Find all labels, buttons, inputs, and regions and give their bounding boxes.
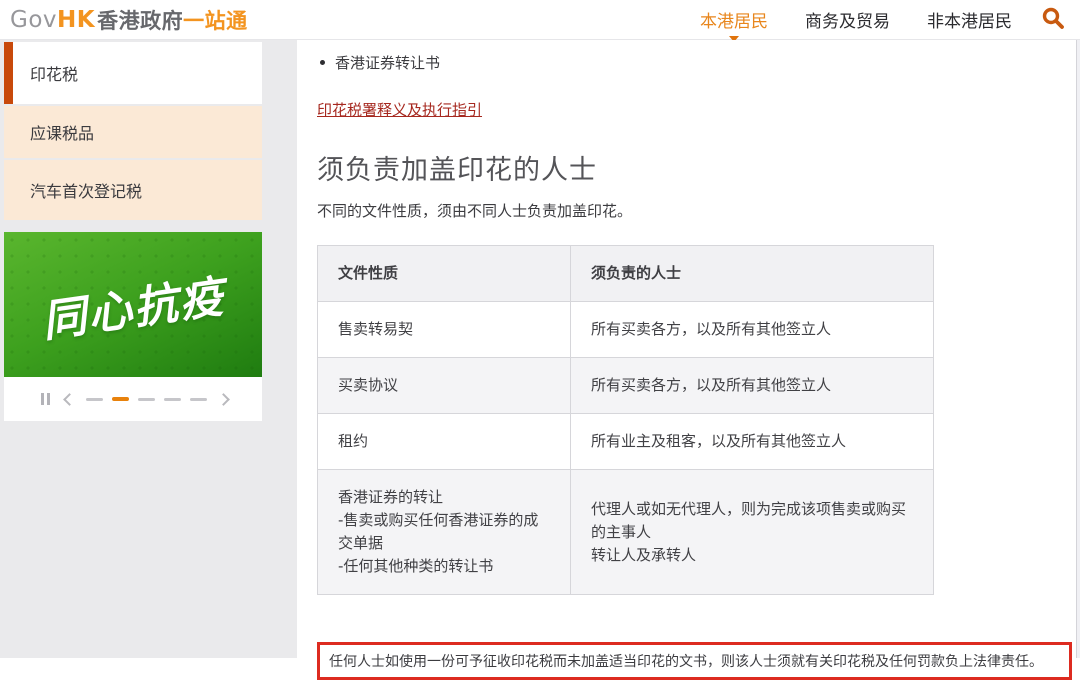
cell-line: -任何其他种类的转让书 [338, 555, 550, 578]
chevron-right-icon[interactable] [217, 393, 230, 406]
chevron-left-icon[interactable] [63, 393, 76, 406]
sidebar-item-label: 汽车首次登记税 [30, 178, 142, 202]
nav-item-2[interactable]: 非本港居民 [927, 3, 1012, 36]
cell-document-nature: 买卖协议 [318, 358, 571, 414]
cell-liable-persons: 所有买卖各方，以及所有其他签立人 [571, 302, 934, 358]
main-content: 香港证券转让书 印花税署释义及执行指引 须负责加盖印花的人士 不同的文件性质，须… [297, 40, 1080, 658]
banner-carousel-controls [4, 377, 262, 421]
table-header-0: 文件性质 [318, 246, 571, 302]
logo-hk: HK [57, 7, 95, 33]
cell-line: 所有买卖各方，以及所有其他签立人 [591, 374, 913, 397]
govhk-logo[interactable]: GovHK香港政府一站通 [10, 5, 248, 35]
cell-line: 所有业主及租客，以及所有其他签立人 [591, 430, 913, 453]
bullet-icon [320, 60, 325, 65]
page-title: 须负责加盖印花的人士 [317, 148, 1080, 187]
sidebar-item-0[interactable]: 印花税 [4, 42, 262, 104]
cell-liable-persons: 代理人或如无代理人，则为完成该项售卖或购买的主事人转让人及承转人 [571, 470, 934, 595]
banner-image[interactable]: 同心抗疫 [4, 232, 262, 377]
intro-text: 不同的文件性质，须由不同人士负责加盖印花。 [317, 200, 1080, 221]
table-row: 买卖协议 所有买卖各方，以及所有其他签立人 [318, 358, 934, 414]
logo-gov-cn: 香港政府 [97, 5, 183, 35]
cell-line: 租约 [338, 430, 550, 453]
pause-button[interactable] [39, 391, 52, 407]
nav-item-1[interactable]: 商务及贸易 [805, 3, 890, 36]
page-body: 印花税应课税品汽车首次登记税 同心抗疫 香港证券转让书 印花税署释义及执行指引 … [0, 40, 1080, 658]
sidebar-menu: 印花税应课税品汽车首次登记税 [4, 42, 262, 220]
carousel-dashes [86, 397, 207, 401]
legal-notice-highlight: 任何人士如使用一份可予征收印花税而未加盖适当印花的文书，则该人士须就有关印花税及… [317, 642, 1072, 680]
logo-gov: Gov [10, 7, 57, 33]
search-button[interactable] [1040, 7, 1066, 33]
cell-line: 代理人或如无代理人，则为完成该项售卖或购买的主事人 [591, 498, 913, 544]
list-item-text: 香港证券转让书 [335, 52, 440, 73]
cell-line: 所有买卖各方，以及所有其他签立人 [591, 318, 913, 341]
cell-document-nature: 售卖转易契 [318, 302, 571, 358]
left-rail: 印花税应课税品汽车首次登记税 同心抗疫 [0, 40, 297, 658]
table-header-1: 须负责的人士 [571, 246, 934, 302]
top-nav: 本港居民 商务及贸易 非本港居民 [700, 3, 1012, 36]
cell-line: 转让人及承转人 [591, 544, 913, 567]
list-item: 香港证券转让书 [317, 52, 1080, 73]
cell-line: 香港证券的转让 [338, 486, 550, 509]
cell-line: -售卖或购买任何香港证券的成交单据 [338, 509, 550, 555]
table-head: 文件性质须负责的人士 [318, 246, 934, 302]
carousel-dash-2[interactable] [138, 398, 155, 401]
cell-liable-persons: 所有买卖各方，以及所有其他签立人 [571, 358, 934, 414]
logo-portal-cn: 一站通 [183, 5, 248, 35]
responsibility-table: 文件性质须负责的人士 售卖转易契所有买卖各方，以及所有其他签立人买卖协议所有买卖… [317, 245, 934, 595]
carousel-dash-1[interactable] [112, 397, 129, 401]
carousel-dash-3[interactable] [164, 398, 181, 401]
table-row: 租约 所有业主及租客，以及所有其他签立人 [318, 414, 934, 470]
top-header: GovHK香港政府一站通 本港居民 商务及贸易 非本港居民 [0, 0, 1080, 40]
sidebar-item-label: 应课税品 [30, 120, 94, 144]
carousel-dash-0[interactable] [86, 398, 103, 401]
table-row: 售卖转易契 所有买卖各方，以及所有其他签立人 [318, 302, 934, 358]
nav-item-0[interactable]: 本港居民 [700, 3, 768, 36]
cell-line: 售卖转易契 [338, 318, 550, 341]
table-body: 售卖转易契所有买卖各方，以及所有其他签立人买卖协议所有买卖各方，以及所有其他签立… [318, 302, 934, 595]
cell-document-nature: 香港证券的转让-售卖或购买任何香港证券的成交单据-任何其他种类的转让书 [318, 470, 571, 595]
cell-line: 买卖协议 [338, 374, 550, 397]
sidebar-item-2[interactable]: 汽车首次登记税 [4, 160, 262, 220]
cell-document-nature: 租约 [318, 414, 571, 470]
banner-title: 同心抗疫 [37, 260, 228, 349]
page-scrollbar-edge[interactable] [1076, 40, 1080, 658]
cell-liable-persons: 所有业主及租客，以及所有其他签立人 [571, 414, 934, 470]
search-icon [1041, 6, 1065, 34]
stamp-office-guidelines-link[interactable]: 印花税署释义及执行指引 [317, 99, 482, 120]
sidebar-item-1[interactable]: 应课税品 [4, 106, 262, 158]
sidebar-item-label: 印花税 [30, 61, 78, 85]
table-row: 香港证券的转让-售卖或购买任何香港证券的成交单据-任何其他种类的转让书代理人或如… [318, 470, 934, 595]
promo-banner: 同心抗疫 [4, 232, 262, 421]
carousel-dash-4[interactable] [190, 398, 207, 401]
